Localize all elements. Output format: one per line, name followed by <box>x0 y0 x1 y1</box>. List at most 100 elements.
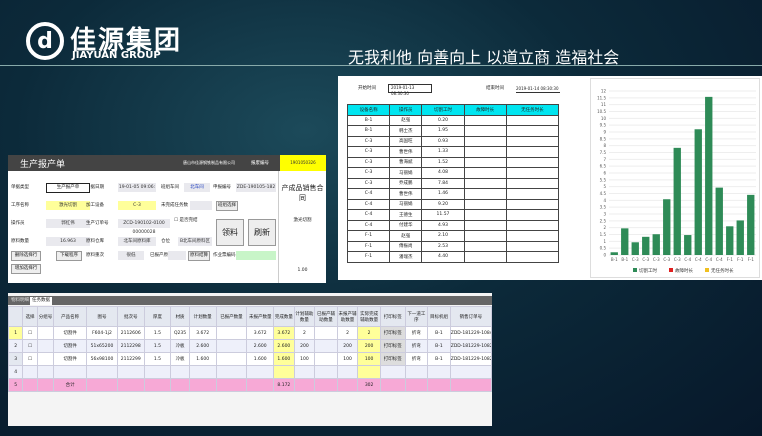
table-cell <box>170 378 190 392</box>
y-tick-label: 9 <box>603 130 606 135</box>
end-time-input[interactable]: 2019-01-14 08:30:30 <box>516 84 560 93</box>
y-tick-label: 6 <box>603 171 606 176</box>
field-value[interactable]: ZCD-190102-0100 00000028 <box>118 219 170 235</box>
tab-task-data[interactable]: 任务数据 <box>30 297 52 305</box>
x-tick-label: C-4 <box>695 257 702 262</box>
complete-checkbox[interactable]: ☐ 是否完结 <box>174 216 197 225</box>
field-value[interactable]: 北车间 <box>184 183 210 192</box>
y-tick-label: 0 <box>603 253 606 258</box>
table-cell: 2112298 <box>116 339 145 353</box>
table-cell: 乔成鹏 <box>389 177 423 189</box>
table-cell <box>463 230 507 242</box>
table-cell: B-1 <box>427 326 451 340</box>
start-time-input[interactable]: 2019-01-13 08:30:30 <box>388 84 432 96</box>
table-cell: C-3 <box>346 177 391 189</box>
bar <box>652 234 660 255</box>
x-tick-label: C-4 <box>716 257 723 262</box>
table-cell: 1.5 <box>143 352 172 366</box>
table-cell: B-1 <box>346 114 391 126</box>
field-value[interactable]: ZDE-190105-182 <box>236 183 276 192</box>
table-cell: 200 <box>336 339 359 353</box>
table-row: F-1 赵强 2.10 <box>346 230 560 242</box>
doc-type-field[interactable]: 生产报产单 <box>46 183 90 193</box>
table-cell[interactable] <box>22 365 38 379</box>
table-cell <box>463 219 507 231</box>
add-row-button[interactable]: 增加选择行 <box>11 264 41 274</box>
field-value[interactable]: 郭红伟 <box>46 219 90 228</box>
field-value[interactable]: C-3 <box>118 201 156 210</box>
x-tick-label: C-3 <box>632 257 639 262</box>
column-header: 未报产数量 <box>246 306 275 327</box>
table-row[interactable]: 3 ☐ 切割件 56x98100 2112299 1.5 冷板 1.600 1.600 1.600… <box>7 352 493 366</box>
table-cell <box>463 209 507 221</box>
x-tick-label: C-3 <box>653 257 660 262</box>
table-cell <box>463 114 507 126</box>
table-cell: F-1 <box>346 240 391 252</box>
table-cell: C-4 <box>346 188 391 200</box>
field-value[interactable]: 16.963 <box>46 237 90 246</box>
bar <box>673 147 681 255</box>
field-label: 申报编号 <box>213 185 231 190</box>
column-header: 材质 <box>170 306 190 327</box>
table-cell[interactable] <box>379 365 406 379</box>
table-cell <box>463 146 507 158</box>
field-label: 单据类型 <box>11 185 29 190</box>
table-cell: 2 <box>357 326 381 340</box>
print-label-button[interactable]: 打印标签 <box>379 326 406 340</box>
table-cell <box>215 378 248 392</box>
table-cell: 1.600 <box>246 352 275 366</box>
field-value[interactable]: 激光切割 <box>46 201 90 210</box>
table-cell: 折弯 <box>404 326 429 340</box>
table-cell <box>505 230 560 242</box>
table-cell <box>505 156 560 168</box>
table-row: C-4 王德生 11.57 <box>346 209 560 221</box>
delete-row-button[interactable]: 删除选择行 <box>11 251 41 261</box>
field-value[interactable]: 北车间原料库 <box>118 237 156 246</box>
table-row: B-1 韩士杰 1.95 <box>346 125 560 137</box>
bar <box>631 242 639 255</box>
field-value[interactable]: 很低 <box>118 251 144 260</box>
table-cell: C-3 <box>346 156 391 168</box>
download-program-button[interactable]: 下载程序 <box>56 251 82 261</box>
table-cell: 冷板 <box>170 339 190 353</box>
legend-label: 无任务时长 <box>711 267 734 274</box>
print-label-button[interactable]: 打印标签 <box>379 352 406 366</box>
bar <box>610 252 618 255</box>
field-value[interactable] <box>168 251 186 260</box>
field-value[interactable] <box>190 201 212 210</box>
y-tick-label: 0.5 <box>600 246 607 251</box>
table-row[interactable]: 4 <box>7 365 493 379</box>
table-cell: C-4 <box>346 198 391 210</box>
field-value[interactable]: B北车间原料区 <box>178 237 212 246</box>
select-checkbox[interactable]: ☐ <box>22 352 38 366</box>
select-checkbox[interactable]: ☐ <box>22 339 38 353</box>
tab-material[interactable]: 物料明细 <box>9 297 31 303</box>
table-cell <box>505 188 560 200</box>
y-tick-label: 3.5 <box>600 205 607 210</box>
select-checkbox[interactable]: ☐ <box>22 326 38 340</box>
table-cell: 4.40 <box>421 251 465 263</box>
table-row[interactable]: 1 ☐ 切割件 F604-1j2 2112606 1.5 Q235 3.672 3.672 3.6… <box>7 326 493 340</box>
field-label: 加工设备 <box>86 203 104 208</box>
table-cell <box>246 365 275 379</box>
table-cell <box>505 219 560 231</box>
table-cell: 合计 <box>53 378 88 392</box>
table-cell: 1.52 <box>421 156 465 168</box>
table-cell: 傅振尚 <box>389 240 423 252</box>
legend-label: 故障时长 <box>675 267 693 274</box>
table-row[interactable]: 2 ☐ 切割件 51x65200 2112298 1.5 冷板 2.600 2.600 2.600… <box>7 339 493 353</box>
bar <box>642 236 650 255</box>
field-label: 操作员 <box>11 221 25 226</box>
team-select-button[interactable]: 班组选择 <box>216 201 238 211</box>
task-grid-window: 物料明细 任务数据 选择 分组号 产品名称 图号 批次号 厚度 材质 计划数量 已报产数量 未报产… <box>7 293 493 426</box>
settle-material-button[interactable]: 原料结算 <box>188 251 210 261</box>
table-cell <box>404 378 429 392</box>
table-row: C-3 乔成鹏 7.84 <box>346 177 560 189</box>
legend-label: 切割工时 <box>639 267 657 274</box>
pick-material-button[interactable]: 领料 <box>216 219 244 246</box>
table-cell <box>505 251 560 263</box>
print-label-button[interactable]: 打印标签 <box>379 339 406 353</box>
refresh-button[interactable]: 刷新 <box>248 219 276 246</box>
field-value[interactable] <box>236 251 276 260</box>
field-value[interactable]: 19-01-05 09:06: <box>118 183 156 192</box>
